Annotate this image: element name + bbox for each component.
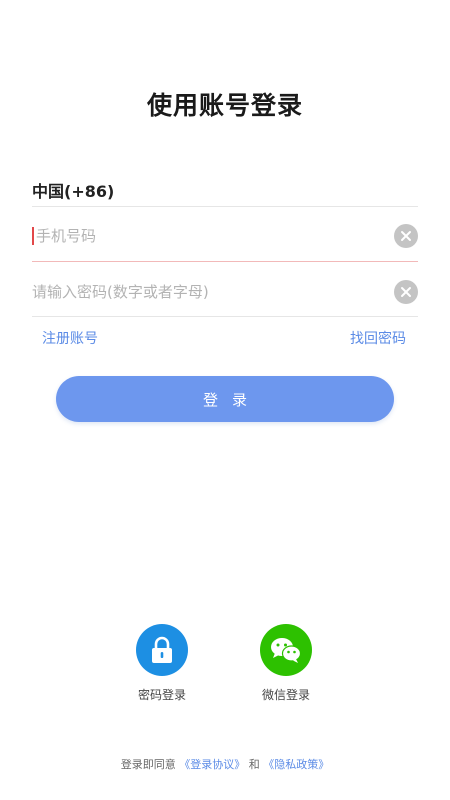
wechat-login-option[interactable]: 微信登录	[246, 624, 326, 703]
password-login-label: 密码登录	[137, 688, 186, 702]
forgot-password-link[interactable]: 找回密码	[350, 328, 406, 348]
password-field	[32, 272, 418, 312]
phone-input[interactable]	[36, 216, 376, 256]
phone-field	[32, 216, 418, 256]
wechat-login-circle	[260, 624, 312, 676]
divider	[32, 316, 418, 317]
wechat-icon	[271, 638, 302, 663]
lock-icon	[152, 636, 172, 663]
terms-link[interactable]: 《登录协议》	[179, 758, 245, 771]
password-login-option[interactable]: 密码登录	[122, 624, 202, 703]
divider	[32, 206, 418, 207]
clear-password-button[interactable]	[394, 280, 418, 304]
agreement-connector: 和	[248, 758, 260, 771]
clear-phone-button[interactable]	[394, 224, 418, 248]
agreement-text: 登录即同意 《登录协议》 和 《隐私政策》	[0, 756, 450, 772]
login-button[interactable]: 登录	[56, 376, 394, 422]
text-caret	[32, 227, 34, 245]
country-code-selector[interactable]: 中国(+86)	[32, 178, 114, 202]
close-icon	[401, 287, 411, 297]
divider-active	[32, 261, 418, 262]
wechat-login-label: 微信登录	[261, 688, 310, 702]
password-login-circle	[136, 624, 188, 676]
login-page: 使用账号登录 中国(+86) 注册账号 找回密码 登录	[0, 0, 450, 800]
password-input[interactable]	[32, 272, 372, 312]
register-link[interactable]: 注册账号	[42, 328, 98, 348]
agreement-prefix: 登录即同意	[120, 758, 176, 771]
close-icon	[401, 231, 411, 241]
page-title: 使用账号登录	[146, 91, 303, 120]
privacy-link[interactable]: 《隐私政策》	[263, 758, 329, 771]
